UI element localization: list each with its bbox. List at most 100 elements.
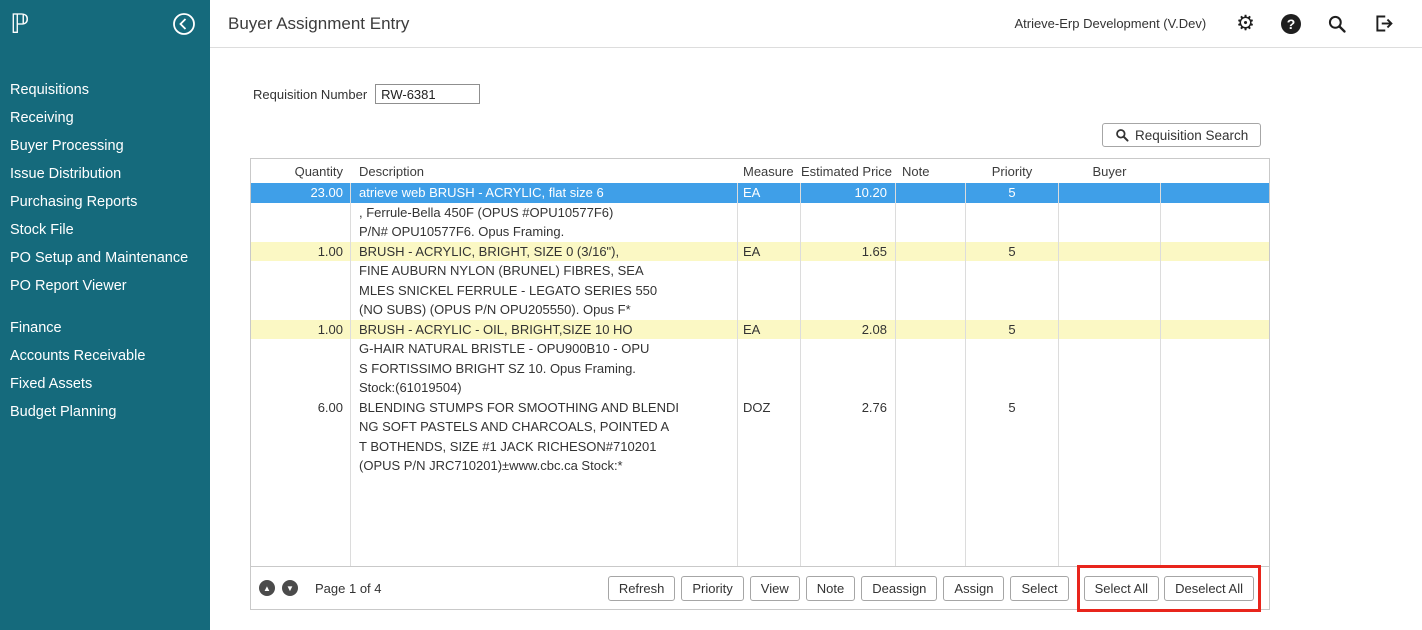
cell-empty	[896, 203, 966, 223]
cell-empty	[801, 476, 896, 567]
cell-empty	[738, 476, 801, 567]
cell-priority: 5	[966, 183, 1059, 203]
cell-empty	[1059, 339, 1161, 359]
cell-description: Stock:(61019504)	[351, 378, 738, 398]
table-header: QuantityDescriptionMeasureEstimated Pric…	[251, 159, 1269, 183]
cell-empty	[738, 300, 801, 320]
sidebar-item-po-setup-and-maintenance[interactable]: PO Setup and Maintenance	[0, 244, 210, 272]
column-header-priority: Priority	[966, 164, 1059, 179]
cell-spare	[1161, 203, 1269, 223]
table-row[interactable]: 1.00BRUSH - ACRYLIC, BRIGHT, SIZE 0 (3/1…	[251, 242, 1269, 320]
cell-empty	[801, 261, 896, 281]
cell-empty	[251, 281, 351, 301]
sidebar-item-finance[interactable]: Finance	[0, 314, 210, 342]
cell-empty	[896, 281, 966, 301]
table-row[interactable]: 6.00BLENDING STUMPS FOR SMOOTHING AND BL…	[251, 398, 1269, 476]
cell-description: BRUSH - ACRYLIC - OIL, BRIGHT,SIZE 10 HO	[351, 320, 738, 340]
cell-measure: DOZ	[738, 398, 801, 418]
requisition-search-button[interactable]: Requisition Search	[1102, 123, 1261, 147]
sidebar-item-budget-planning[interactable]: Budget Planning	[0, 398, 210, 426]
sidebar-nav-main: RequisitionsReceivingBuyer ProcessingIss…	[0, 76, 210, 300]
cell-empty	[896, 339, 966, 359]
cell-empty	[966, 281, 1059, 301]
cell-empty	[1059, 300, 1161, 320]
cell-priority: 5	[966, 398, 1059, 418]
cell-empty	[801, 437, 896, 457]
search-button[interactable]	[1327, 14, 1347, 34]
sidebar-item-receiving[interactable]: Receiving	[0, 104, 210, 132]
cell-spare	[1161, 476, 1269, 567]
cell-estimated-price: 10.20	[801, 183, 896, 203]
cell-estimated-price: 2.76	[801, 398, 896, 418]
select-all-button[interactable]: Select All	[1084, 576, 1159, 601]
cell-empty	[896, 300, 966, 320]
cell-spare	[1161, 437, 1269, 457]
sidebar-item-po-report-viewer[interactable]: PO Report Viewer	[0, 272, 210, 300]
column-header-estimated-price: Estimated Price	[801, 164, 896, 179]
help-button[interactable]: ?	[1281, 14, 1301, 34]
pager: ▲ ▼ Page 1 of 4	[259, 580, 382, 596]
assign-button[interactable]: Assign	[943, 576, 1004, 601]
cell-spare	[1161, 242, 1269, 262]
cell-empty	[801, 378, 896, 398]
cell-empty	[966, 456, 1059, 476]
cell-empty	[966, 417, 1059, 437]
column-header-note: Note	[896, 164, 966, 179]
sidebar-item-accounts-receivable[interactable]: Accounts Receivable	[0, 342, 210, 370]
sidebar-item-requisitions[interactable]: Requisitions	[0, 76, 210, 104]
sidebar-item-stock-file[interactable]: Stock File	[0, 216, 210, 244]
cell-empty	[896, 437, 966, 457]
requisition-number-label: Requisition Number	[253, 87, 367, 102]
cell-empty	[896, 359, 966, 379]
logout-icon	[1373, 13, 1394, 34]
settings-button[interactable]: ⚙	[1236, 13, 1255, 34]
top-bar-actions: Atrieve-Erp Development (V.Dev) ⚙ ?	[1014, 13, 1394, 34]
cell-measure: EA	[738, 320, 801, 340]
cell-empty	[251, 339, 351, 359]
column-header-buyer: Buyer	[1059, 164, 1161, 179]
cell-estimated-price: 2.08	[801, 320, 896, 340]
cell-spare	[1161, 183, 1269, 203]
deselect-all-button[interactable]: Deselect All	[1164, 576, 1254, 601]
cell-empty	[738, 417, 801, 437]
requisition-search-label: Requisition Search	[1135, 128, 1248, 143]
cell-priority: 5	[966, 242, 1059, 262]
refresh-button[interactable]: Refresh	[608, 576, 676, 601]
sidebar-item-fixed-assets[interactable]: Fixed Assets	[0, 370, 210, 398]
table-row[interactable]: 23.00atrieve web BRUSH - ACRYLIC, flat s…	[251, 183, 1269, 242]
cell-empty	[251, 261, 351, 281]
top-bar: Buyer Assignment Entry Atrieve-Erp Devel…	[210, 0, 1422, 48]
cell-empty	[738, 222, 801, 242]
screen: ℙ RequisitionsReceivingBuyer ProcessingI…	[0, 0, 1422, 630]
priority-button[interactable]: Priority	[681, 576, 743, 601]
sidebar-item-buyer-processing[interactable]: Buyer Processing	[0, 132, 210, 160]
cell-quantity: 1.00	[251, 242, 351, 262]
requisition-number-input[interactable]	[375, 84, 480, 104]
page-title: Buyer Assignment Entry	[228, 14, 409, 34]
note-button[interactable]: Note	[806, 576, 855, 601]
cell-empty	[966, 359, 1059, 379]
sidebar-item-issue-distribution[interactable]: Issue Distribution	[0, 160, 210, 188]
deassign-button[interactable]: Deassign	[861, 576, 937, 601]
sidebar-collapse-button[interactable]	[172, 12, 196, 36]
app-logo: ℙ	[10, 11, 29, 38]
cell-empty	[966, 437, 1059, 457]
cell-note	[896, 242, 966, 262]
cell-description: (OPUS P/N JRC710201)±www.cbc.ca Stock:*	[351, 456, 738, 476]
page-down-icon[interactable]: ▼	[282, 580, 298, 596]
page-up-icon[interactable]: ▲	[259, 580, 275, 596]
cell-spare	[1161, 417, 1269, 437]
select-button[interactable]: Select	[1010, 576, 1068, 601]
table-row[interactable]: 1.00BRUSH - ACRYLIC - OIL, BRIGHT,SIZE 1…	[251, 320, 1269, 398]
requisition-number-row: Requisition Number	[253, 84, 480, 104]
cell-note	[896, 320, 966, 340]
cell-empty	[1059, 437, 1161, 457]
footer-buttons: RefreshPriorityViewNoteDeassignAssignSel…	[608, 575, 1261, 602]
sidebar-item-purchasing-reports[interactable]: Purchasing Reports	[0, 188, 210, 216]
cell-empty	[801, 456, 896, 476]
logout-button[interactable]	[1373, 13, 1394, 34]
cell-empty	[251, 300, 351, 320]
cell-spare	[1161, 378, 1269, 398]
cell-empty	[896, 476, 966, 567]
view-button[interactable]: View	[750, 576, 800, 601]
